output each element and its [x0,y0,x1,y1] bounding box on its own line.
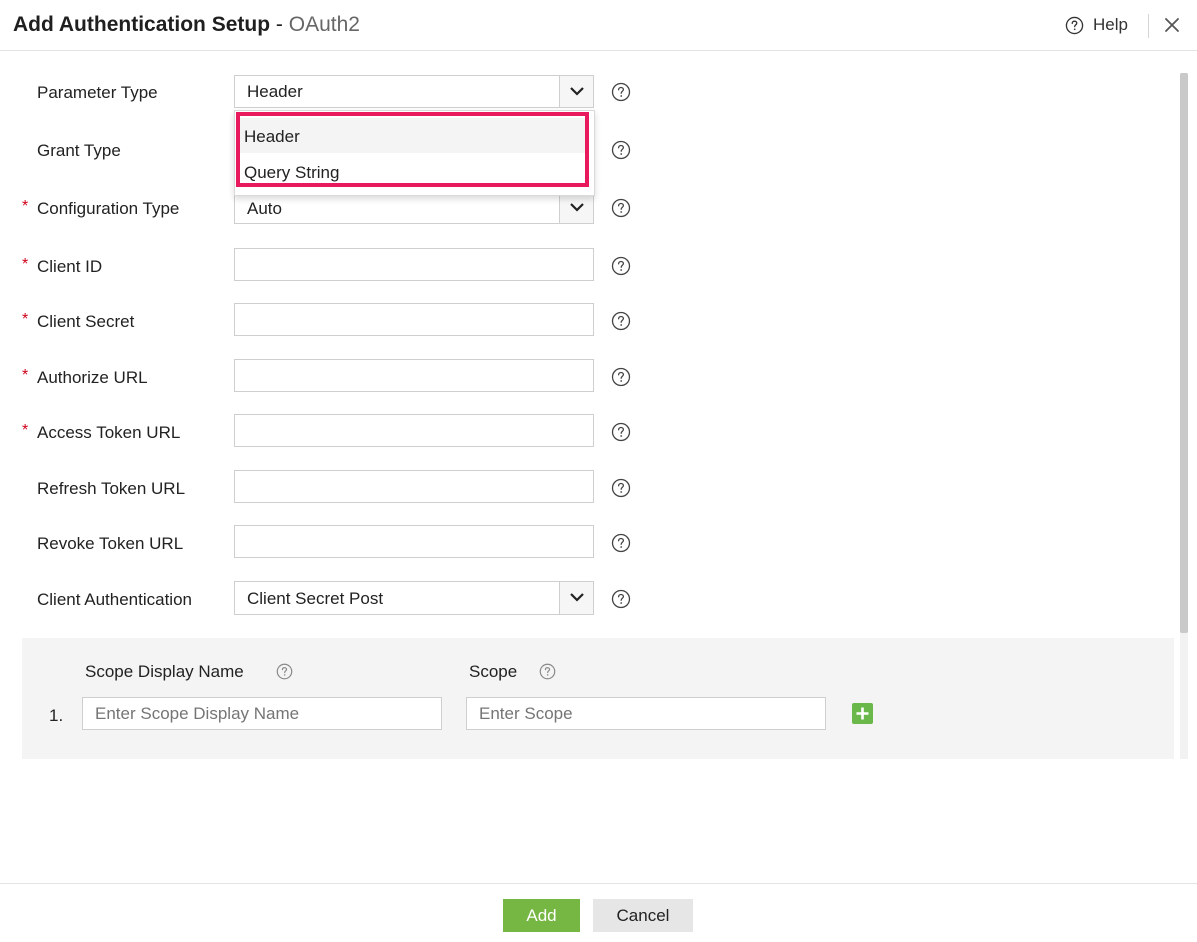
parameter-type-caret[interactable] [559,76,593,107]
parameter-type-help-icon[interactable] [611,82,631,102]
revoke-token-url-input[interactable] [234,525,594,558]
client-id-help-icon[interactable] [611,256,631,276]
required-marker: * [22,422,29,439]
chevron-down-icon [570,593,584,602]
scope-input[interactable] [466,697,826,730]
configuration-type-value: Auto [247,199,282,218]
client-authentication-help-icon[interactable] [611,589,631,609]
grant-type-help-icon[interactable] [611,140,631,160]
configuration-type-help-icon[interactable] [611,198,631,218]
grant-type-label: Grant Type [37,141,121,160]
chevron-down-icon [570,203,584,212]
parameter-type-value: Header [247,82,303,101]
chevron-down-icon [570,87,584,96]
required-marker: * [22,367,29,384]
revoke-token-url-help-icon[interactable] [611,533,631,553]
scope-display-name-header: Scope Display Name [85,662,244,681]
configuration-type-row: * Configuration Type Auto [0,191,660,225]
parameter-type-label: Parameter Type [37,83,158,102]
cancel-button[interactable]: Cancel [593,899,693,932]
scope-help-icon[interactable] [539,663,556,680]
client-secret-row: * Client Secret [0,303,660,337]
scope-display-name-input[interactable] [82,697,442,730]
dialog-title: Add Authentication Setup - OAuth2 [13,13,360,37]
client-authentication-value: Client Secret Post [247,589,384,608]
help-label[interactable]: Help [1093,15,1128,35]
header-divider [1148,14,1149,38]
client-id-row: * Client ID [0,248,660,282]
plus-icon [856,707,869,720]
refresh-token-url-input[interactable] [234,470,594,503]
revoke-token-url-label: Revoke Token URL [37,534,184,553]
question-circle-icon [1065,16,1084,34]
refresh-token-url-help-icon[interactable] [611,478,631,498]
refresh-token-url-row: Refresh Token URL [0,470,660,504]
authorize-url-row: * Authorize URL [0,359,660,393]
required-marker: * [22,198,29,215]
access-token-url-help-icon[interactable] [611,422,631,442]
scope-display-name-help-icon[interactable] [276,663,293,680]
dropdown-highlight-box [236,112,589,187]
client-secret-input[interactable] [234,303,594,336]
client-authentication-label: Client Authentication [37,590,192,609]
revoke-token-url-row: Revoke Token URL [0,525,660,559]
client-id-input[interactable] [234,248,594,281]
parameter-type-select[interactable]: Header [234,75,594,108]
access-token-url-row: * Access Token URL [0,414,660,448]
configuration-type-caret[interactable] [559,192,593,223]
page-title: Add Authentication Setup [13,13,271,36]
help-link[interactable]: Help [1065,15,1128,35]
authorize-url-input[interactable] [234,359,594,392]
parameter-type-row: Parameter Type Header [0,75,660,109]
access-token-url-label: Access Token URL [37,423,181,442]
client-id-label: Client ID [37,257,103,276]
dialog-header: Add Authentication Setup - OAuth2 Help [0,0,1197,51]
client-secret-label: Client Secret [37,312,135,331]
authorize-url-label: Authorize URL [37,368,148,387]
required-marker: * [22,256,29,273]
configuration-type-label: Configuration Type [37,199,180,218]
client-authentication-row: Client Authentication Client Secret Post [0,581,660,615]
scrollbar-thumb[interactable] [1180,73,1188,633]
scope-row-number: 1. [49,706,64,725]
add-scope-button[interactable] [852,703,873,724]
title-separator: - [275,13,283,36]
authorize-url-help-icon[interactable] [611,367,631,387]
refresh-token-url-label: Refresh Token URL [37,479,186,498]
add-button[interactable]: Add [503,899,580,932]
required-marker: * [22,311,29,328]
access-token-url-input[interactable] [234,414,594,447]
page-subtitle: OAuth2 [288,13,360,36]
client-secret-help-icon[interactable] [611,311,631,331]
client-authentication-caret[interactable] [559,582,593,614]
close-icon[interactable] [1162,15,1182,35]
client-authentication-select[interactable]: Client Secret Post [234,581,594,615]
scope-header: Scope [469,662,518,681]
